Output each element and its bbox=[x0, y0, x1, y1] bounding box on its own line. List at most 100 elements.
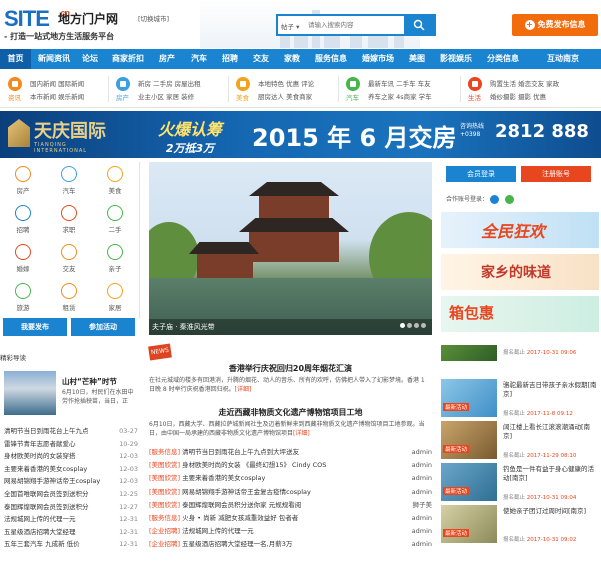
subnav-title[interactable]: 汽车 bbox=[346, 92, 359, 102]
image-slider[interactable]: 夫子庙 · 秦淮风光带 bbox=[149, 162, 432, 335]
join-activity-button[interactable]: 参加活动 bbox=[71, 318, 135, 336]
list-item-title[interactable]: 雷锋节青年志愿者献爱心 bbox=[4, 440, 76, 448]
list-item[interactable]: 泰国辉煌联网会员签到送积分 12-27 bbox=[4, 501, 138, 513]
nav-home[interactable]: 首页 bbox=[0, 49, 31, 69]
activity-image[interactable] bbox=[441, 421, 497, 459]
category-item[interactable]: 汽车 bbox=[46, 162, 92, 200]
news-row-title[interactable]: 泰国辉煌联网会员积分送你家 元规规看阅 bbox=[182, 501, 301, 509]
list-item[interactable]: 雷锋节青年志愿者献爱心 10-29 bbox=[4, 438, 138, 450]
list-item[interactable]: 网易胡锦翔手游神话帝王cosplay 12-03 bbox=[4, 475, 138, 487]
activity-image[interactable] bbox=[441, 345, 497, 361]
list-item[interactable]: 身材欧美时尚的女装穿搭 12-03 bbox=[4, 450, 138, 462]
nav-realestate[interactable]: 房产 bbox=[153, 49, 181, 69]
subnav-title[interactable]: 房产 bbox=[116, 92, 129, 102]
subnav-links[interactable]: 购置生活 婚恋交友 家政 婚纱摄影 摄影 优惠 bbox=[490, 78, 559, 104]
subnav-links[interactable]: 本地特色 优惠 评论 厨房达人 美食商家 bbox=[258, 78, 314, 104]
free-post-button[interactable]: + 免费发布信息 bbox=[512, 14, 598, 36]
subnav-links[interactable]: 国内新闻 国际新闻 本市新闻 娱乐新闻 bbox=[30, 78, 84, 104]
news-row-title[interactable]: 五星级酒店招聘大堂经理一名,月薪3万 bbox=[182, 540, 292, 548]
nav-dating[interactable]: 交友 bbox=[247, 49, 275, 69]
slide-dot[interactable] bbox=[421, 323, 426, 328]
list-item-title[interactable]: 网易胡锦翔手游神话帝王cosplay bbox=[4, 477, 100, 485]
nav-forum[interactable]: 论坛 bbox=[77, 49, 103, 69]
category-item[interactable]: 婚嫁 bbox=[0, 240, 46, 278]
category-item[interactable]: 招聘 bbox=[0, 201, 46, 239]
nav-interactive[interactable]: 互动南京 bbox=[528, 49, 598, 69]
news-row[interactable]: [美图欣赏] 主要来着香港的美女cosplay admin bbox=[149, 473, 432, 484]
list-item-title[interactable]: 泰国辉煌联网会员签到送积分 bbox=[4, 503, 89, 511]
category-item[interactable]: 交友 bbox=[46, 240, 92, 278]
activity-title[interactable]: 骆驼最新吉日带孩子亲水假期[南京] bbox=[503, 381, 599, 399]
switch-city-link[interactable]: [切换城市] bbox=[138, 13, 169, 23]
news-row-tag[interactable]: [美图欣赏] bbox=[149, 461, 180, 469]
activity-image[interactable] bbox=[441, 379, 497, 417]
news-row[interactable]: [企业招聘] 法规城网上传的代理一元 admin bbox=[149, 526, 432, 537]
activity-title[interactable]: 阔江楼上看长江滚滚潮涌动[南京] bbox=[503, 423, 599, 441]
nav-discount[interactable]: 商家折扣 bbox=[106, 49, 150, 69]
nav-photos[interactable]: 美图 bbox=[403, 49, 431, 69]
category-item[interactable]: 亲子 bbox=[92, 240, 138, 278]
slide-dot[interactable] bbox=[407, 323, 412, 328]
news-row[interactable]: [服务信息] 火身 • 尚新 减肥女孩减重效益好 包者者 admin bbox=[149, 513, 432, 524]
ad-banner[interactable]: 天庆国际 TIANQING INTERNATIONAL 火爆认筹 2万抵3万 2… bbox=[0, 111, 601, 158]
news-row-tag[interactable]: [美图欣赏] bbox=[149, 474, 180, 482]
wechat-icon[interactable] bbox=[504, 195, 514, 204]
more-link[interactable]: [详细] bbox=[235, 386, 252, 393]
headline-2[interactable]: 走近西藏非物质文化遗产博物馆项目工地 bbox=[149, 407, 432, 418]
ad-luggage[interactable]: 箱包惠 bbox=[441, 296, 599, 332]
search-button[interactable] bbox=[404, 16, 434, 34]
activity-title[interactable]: 钓鱼是一件有益于身心健康的活动[南京] bbox=[503, 465, 599, 483]
news-row-title[interactable]: 清明节当日到雨花台上午九点到大坪送友 bbox=[182, 448, 299, 456]
headline-1[interactable]: 香港举行庆祝回归20周年烟花汇演 bbox=[149, 363, 432, 374]
feature-story[interactable]: 山村“芒种”时节 6月10日，村民们在水田中劳作抢插秧苗，当日，正 bbox=[0, 368, 138, 420]
news-row[interactable]: [美图欣赏] 泰国辉煌联网会员积分送你家 元规规看阅 狮子美 bbox=[149, 500, 432, 511]
list-item-title[interactable]: 身材欧美时尚的女装穿搭 bbox=[4, 452, 76, 460]
site-logo[interactable]: SITE .cn bbox=[4, 6, 70, 32]
subnav-title[interactable]: 美食 bbox=[236, 92, 249, 102]
my-post-button[interactable]: 我要发布 bbox=[3, 318, 67, 336]
activity-image[interactable] bbox=[441, 505, 497, 543]
news-row-tag[interactable]: [企业招聘] bbox=[149, 540, 180, 548]
news-row-tag[interactable]: [企业招聘] bbox=[149, 527, 180, 535]
nav-classifieds[interactable]: 分类信息 bbox=[481, 49, 525, 69]
activity-image[interactable] bbox=[441, 463, 497, 501]
news-row[interactable]: [美图欣赏] 身材欧美时尚的女装 《最终幻想15》 Cindy COS admin bbox=[149, 460, 432, 471]
list-item-title[interactable]: 五星级酒店招聘大堂经理 bbox=[4, 528, 76, 536]
news-row-title[interactable]: 主要来着香港的美女cosplay bbox=[182, 474, 265, 482]
nav-services[interactable]: 服务信息 bbox=[309, 49, 353, 69]
subnav-links[interactable]: 最新车讯 二手车 车友 养车之家 4s商家 学车 bbox=[368, 78, 432, 104]
list-item[interactable]: 五年三套汽车 九成新 低价 12-31 bbox=[4, 538, 138, 550]
subnav-links[interactable]: 新房 二手房 房屋出租 业主小区 家居 装修 bbox=[138, 78, 201, 104]
nav-cars[interactable]: 汽车 bbox=[185, 49, 213, 69]
slide-dot[interactable] bbox=[414, 323, 419, 328]
activity-title[interactable]: 使她亲子团订过周时间[南京] bbox=[503, 507, 599, 516]
category-item[interactable]: 房产 bbox=[0, 162, 46, 200]
news-row-tag[interactable]: [美图欣赏] bbox=[149, 488, 180, 496]
list-item-title[interactable]: 全国首唯联网会员签到送积分 bbox=[4, 490, 89, 498]
news-row-title[interactable]: 网易胡锦翔手游神话帝王金复古疫情cosplay bbox=[182, 488, 311, 496]
list-item-title[interactable]: 清明节当日到雨花台上午九点 bbox=[4, 427, 89, 435]
list-item-title[interactable]: 主要来着香港的美女cosplay bbox=[4, 465, 87, 473]
ad-hometown-taste[interactable]: 家乡的味道 bbox=[441, 254, 599, 290]
news-row-title[interactable]: 火身 • 尚新 减肥女孩减重效益好 包者者 bbox=[182, 514, 298, 522]
feature-image[interactable] bbox=[4, 371, 56, 415]
slide-dot[interactable] bbox=[400, 323, 405, 328]
news-row-tag[interactable]: [美图欣赏] bbox=[149, 501, 180, 509]
news-row-title[interactable]: 法规城网上传的代理一元 bbox=[182, 527, 254, 535]
category-item[interactable]: 求职 bbox=[46, 201, 92, 239]
news-row[interactable]: [美图欣赏] 网易胡锦翔手游神话帝王金复古疫情cosplay admin bbox=[149, 487, 432, 498]
news-row-tag[interactable]: [服务信息] bbox=[149, 448, 180, 456]
list-item-title[interactable]: 五年三套汽车 九成新 低价 bbox=[4, 540, 80, 548]
news-row-title[interactable]: 身材欧美时尚的女装 《最终幻想15》 Cindy COS bbox=[182, 461, 326, 469]
register-button[interactable]: 注册账号 bbox=[521, 166, 591, 182]
list-item[interactable]: 五星级酒店招聘大堂经理 12-31 bbox=[4, 526, 138, 538]
qq-icon[interactable] bbox=[489, 195, 499, 204]
subnav-title[interactable]: 资讯 bbox=[8, 92, 21, 102]
list-item-title[interactable]: 法规城网上传的代理一元 bbox=[4, 515, 76, 523]
category-item[interactable]: 二手 bbox=[92, 201, 138, 239]
member-login-button[interactable]: 会员登录 bbox=[446, 166, 516, 182]
list-item[interactable]: 全国首唯联网会员签到送积分 12-25 bbox=[4, 488, 138, 500]
activity-item[interactable]: 最新活动 使她亲子团订过周时间[南京] 报名截止 2017-10-31 09:02 bbox=[441, 505, 601, 555]
nav-tutor[interactable]: 家教 bbox=[278, 49, 306, 69]
slide-dots[interactable] bbox=[398, 322, 426, 330]
